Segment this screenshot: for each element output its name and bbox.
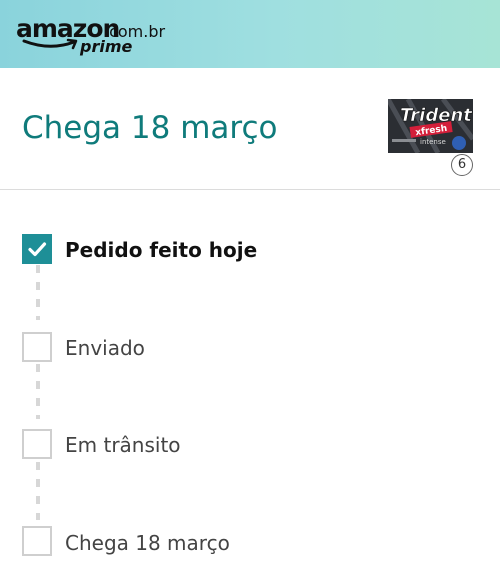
step-checkbox-in-transit [22,429,52,459]
arrival-date-heading: Chega 18 março [22,110,278,146]
smile-arrow-icon [22,38,78,50]
step-label-shipped: Enviado [65,336,145,360]
product-brand-text: Trident [400,105,473,126]
checkmark-icon [28,242,47,257]
step-label-ordered: Pedido feito hoje [65,238,258,262]
product-thumbnail[interactable]: Trident xfresh intense [388,99,473,153]
product-image: Trident xfresh intense [388,99,473,153]
quantity-badge: 6 [451,154,473,176]
app-header: amazon .com.br prime [0,0,500,68]
logo-prime: prime [80,37,133,56]
step-checkbox-ordered [22,234,52,264]
step-checkbox-arrives [22,526,52,556]
product-variant2-text: intense [420,138,446,146]
step-checkbox-shipped [22,332,52,362]
amazon-prime-logo[interactable]: amazon .com.br prime [16,14,186,58]
step-connector [36,462,40,520]
section-divider [0,189,500,190]
step-label-arrives: Chega 18 março [65,531,230,555]
step-connector [36,364,40,419]
step-label-in-transit: Em trânsito [65,433,181,457]
step-connector [36,265,40,320]
